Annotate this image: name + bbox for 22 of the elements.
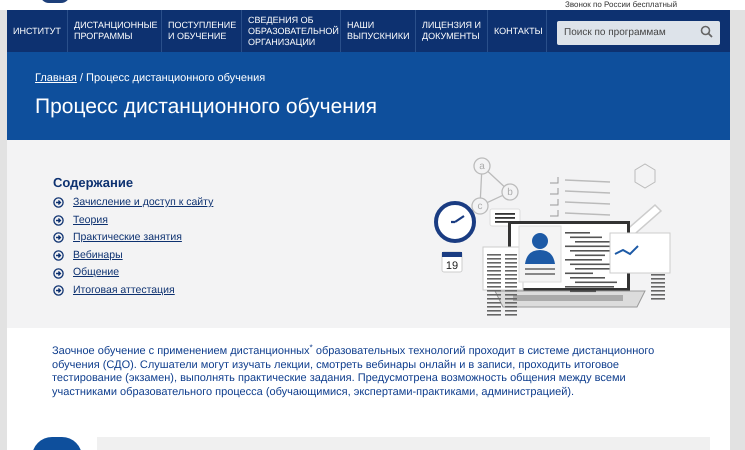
- breadcrumb-current: Процесс дистанционного обучения: [86, 72, 266, 84]
- arrow-circle-icon: [53, 285, 64, 296]
- contents-heading: Содержание: [53, 175, 134, 191]
- search-field[interactable]: Поиск по программам: [557, 20, 720, 44]
- breadcrumb-separator: /: [78, 72, 84, 84]
- arrow-circle-icon: [53, 250, 64, 262]
- breadcrumb-link[interactable]: Главная: [35, 72, 77, 84]
- contents-link[interactable]: Общение: [73, 265, 120, 282]
- arrow-circle-icon: [53, 268, 64, 279]
- contents-link[interactable]: Вебинары: [73, 248, 123, 264]
- phone-note: Звонок по России бесплатный: [565, 0, 678, 9]
- contents-link[interactable]: Зачисление и доступ к сайту: [73, 194, 214, 211]
- arrow-circle-icon: [53, 232, 64, 244]
- search-icon[interactable]: [700, 24, 713, 38]
- contents-link[interactable]: Итоговая аттестация: [73, 282, 175, 299]
- contents-link[interactable]: Практические занятия: [73, 230, 182, 246]
- distance-learning-drawing: a b c 19: [425, 150, 687, 326]
- contents-link[interactable]: Теория: [73, 212, 108, 228]
- intro-paragraph: Заочное обучение с применением дистанционных$^{*}$ образовательных технологий проходит в системе дистанционного обучения (СДО). Слушатели могут изучать лекции, смотреть вебинары онлайн и в записи, проходить итоговое тестирование (экзамен), выполнять практические задания. Предусмотрена возможность общения между всеми участниками образовательного процесса (обучающимися, экспертами-практиками, администрацией).: [51, 342, 656, 400]
- arrow-circle-icon: [53, 197, 64, 208]
- arrow-circle-icon: [53, 214, 64, 226]
- page-title: Процесс дистанционного обучения: [35, 94, 378, 120]
